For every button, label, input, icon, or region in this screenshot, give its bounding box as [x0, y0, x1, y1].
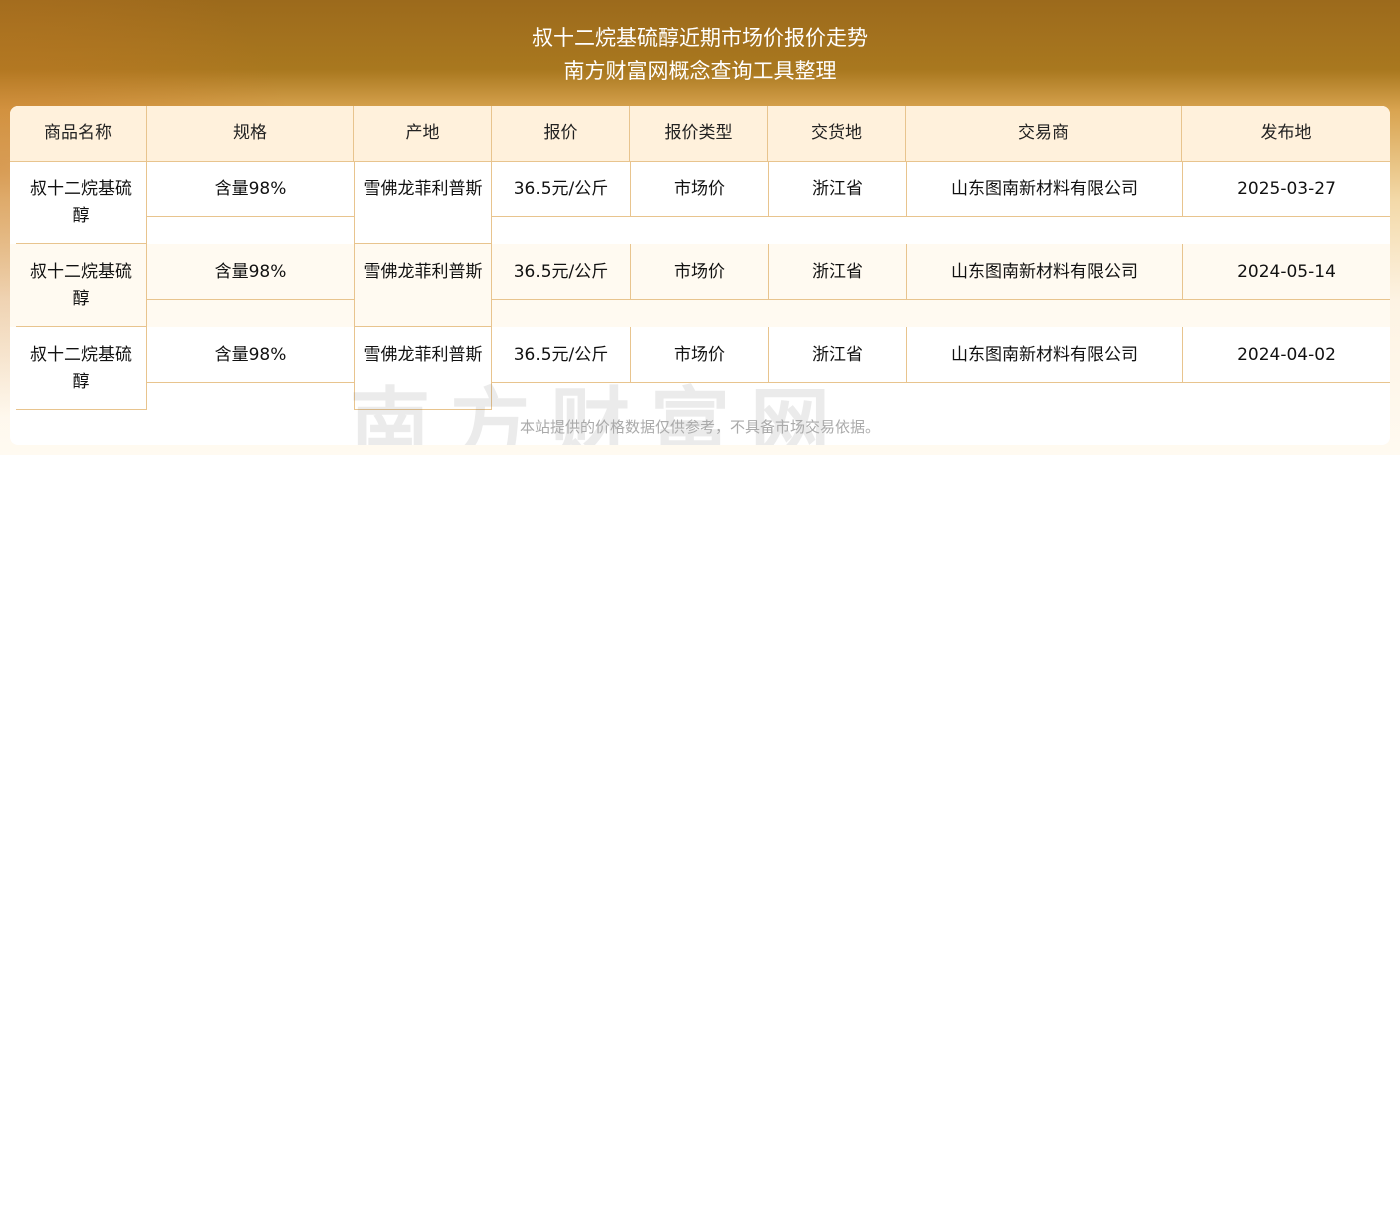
cell-date: 2024-04-02	[1182, 327, 1390, 383]
cell-product-name: 叔十二烷基硫醇	[16, 244, 147, 327]
cell-spec: 含量98%	[147, 244, 354, 300]
cell-origin: 雪佛龙菲利普斯	[354, 244, 492, 327]
cell-price-type: 市场价	[630, 244, 768, 300]
column-header-origin: 产地	[354, 106, 492, 161]
column-header-product-name: 商品名称	[10, 106, 147, 161]
cell-delivery: 浙江省	[768, 161, 906, 217]
cell-origin: 雪佛龙菲利普斯	[354, 161, 492, 244]
cell-date: 2024-05-14	[1182, 244, 1390, 300]
table-header: 商品名称 规格 产地 报价 报价类型 交货地 交易商 发布地	[10, 106, 1390, 162]
cell-product-name: 叔十二烷基硫醇	[16, 161, 147, 244]
column-header-trader: 交易商	[906, 106, 1182, 161]
cell-price: 36.5元/公斤	[492, 161, 630, 217]
watermark-logo: Southmoney.com	[390, 441, 1011, 445]
cell-spec: 含量98%	[147, 327, 354, 383]
cell-trader: 山东图南新材料有限公司	[906, 244, 1182, 300]
cell-delivery: 浙江省	[768, 244, 906, 300]
cell-product-name: 叔十二烷基硫醇	[16, 327, 147, 410]
cell-spec: 含量98%	[147, 161, 354, 217]
column-header-price: 报价	[492, 106, 630, 161]
table-row: 叔十二烷基硫醇 含量98% 雪佛龙菲利普斯 36.5元/公斤 市场价 浙江省 山东图南新材料…	[10, 244, 1390, 327]
column-header-delivery: 交货地	[768, 106, 906, 161]
page-title: 叔十二烷基硫醇近期市场价报价走势	[532, 26, 868, 50]
cell-trader: 山东图南新材料有限公司	[906, 327, 1182, 383]
disclaimer-note: 本站提供的价格数据仅供参考，不具备市场交易依据。	[519, 418, 880, 436]
price-table: 商品名称 规格 产地 报价 报价类型 交货地 交易商 发布地 叔十二烷基硫醇 含量98% 雪佛龙菲…	[10, 106, 1390, 445]
column-header-price-type: 报价类型	[630, 106, 768, 161]
cell-date: 2025-03-27	[1182, 161, 1390, 217]
table-row: 叔十二烷基硫醇 含量98% 雪佛龙菲利普斯 36.5元/公斤 市场价 浙江省 山东图南新材料…	[10, 161, 1390, 244]
cell-price-type: 市场价	[630, 161, 768, 217]
cell-price: 36.5元/公斤	[492, 244, 630, 300]
cell-trader: 山东图南新材料有限公司	[906, 161, 1182, 217]
column-header-spec: 规格	[147, 106, 354, 161]
page-subtitle: 南方财富网概念查询工具整理	[563, 59, 837, 83]
column-header-date: 发布地	[1260, 123, 1312, 143]
